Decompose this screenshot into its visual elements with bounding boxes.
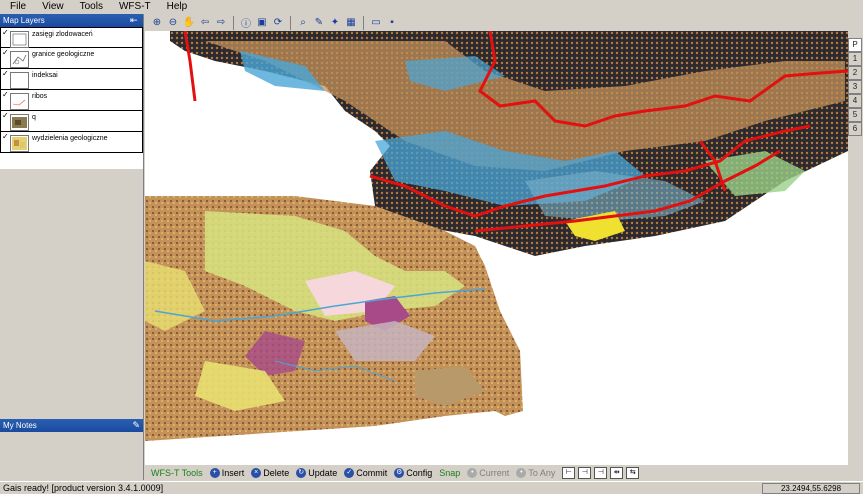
tab-3[interactable]: 3 — [848, 80, 862, 94]
menu-tools[interactable]: Tools — [72, 0, 111, 14]
my-notes-title: My Notes — [3, 421, 37, 430]
layer-thumbnail — [10, 31, 29, 48]
layer-thumbnail — [10, 135, 29, 152]
layer-row[interactable]: ✓ q — [0, 111, 143, 132]
snap-label: Snap — [439, 468, 461, 478]
notes-pin-icon[interactable]: ✎ — [132, 420, 140, 430]
layer-checkbox[interactable]: ✓ — [2, 70, 10, 78]
layer-name: q — [32, 114, 36, 121]
menu-help[interactable]: Help — [159, 0, 196, 14]
edit-pencil-icon[interactable]: ✎ — [312, 16, 326, 30]
snap-end-icon[interactable]: ⊣ — [594, 467, 608, 479]
wfs-t-toolbar: WFS-T Tools + Insert × Delete ↻ Update ✓… — [145, 465, 863, 481]
commit-button[interactable]: ✓ Commit — [344, 468, 387, 478]
wfs-tools-label: WFS-T Tools — [151, 468, 203, 478]
layer-checkbox[interactable]: ✓ — [2, 133, 10, 141]
layer-thumbnail — [10, 93, 29, 110]
back-arrow-icon[interactable]: ⇦ — [198, 16, 212, 30]
layer-tool-icon[interactable]: ⇤ — [130, 15, 140, 25]
left-panel: Map Layers ⇤ ✓ zasięgi zlodowaceń ✓ gran… — [0, 14, 144, 480]
to-any-icon: • — [516, 468, 527, 478]
layer-row[interactable]: ✓ indeksai — [0, 69, 143, 90]
layer-row[interactable]: ✓ granice geologiczne — [0, 48, 143, 69]
commit-label: Commit — [356, 468, 388, 478]
config-button[interactable]: ⚙ Config — [394, 468, 432, 478]
delete-button[interactable]: × Delete — [251, 468, 289, 478]
geological-map — [145, 31, 848, 441]
layer-list: ✓ zasięgi zlodowaceń ✓ granice geologicz… — [0, 27, 143, 169]
map-canvas[interactable] — [145, 31, 848, 465]
zoom-in-icon[interactable]: ⊕ — [150, 16, 164, 30]
tab-1[interactable]: 1 — [848, 52, 862, 66]
right-tab-strip: P 1 2 3 4 5 6 — [848, 38, 863, 136]
snap-vertex-icon[interactable]: ⊢ — [562, 467, 576, 479]
insert-label: Insert — [221, 468, 245, 478]
to-any-button[interactable]: • To Any — [516, 468, 555, 478]
insert-icon: + — [209, 468, 220, 478]
notes-area[interactable] — [0, 432, 143, 480]
map-layers-title-bar: Map Layers ⇤ — [0, 14, 143, 27]
menu-file[interactable]: File — [0, 0, 34, 14]
refresh-icon[interactable]: ⟳ — [271, 16, 285, 30]
coordinates-readout: 23.2494,55.6298 — [762, 483, 860, 494]
current-icon: • — [467, 468, 478, 478]
insert-button[interactable]: + Insert — [209, 468, 245, 478]
tab-2[interactable]: 2 — [848, 66, 862, 80]
menu-wfs-t[interactable]: WFS-T — [111, 0, 159, 14]
save-icon[interactable]: ▪ — [385, 16, 399, 30]
pan-hand-icon[interactable]: ✋ — [182, 16, 196, 30]
status-message: Gais ready! [product version 3.4.1.0009] — [3, 483, 164, 493]
delete-icon: × — [251, 468, 262, 478]
layer-row[interactable]: ✓ ribos — [0, 90, 143, 111]
snap-settings-icon[interactable]: ⇆ — [626, 467, 640, 479]
menu-bar: File View Tools WFS-T Help — [0, 0, 863, 14]
map-layers-title: Map Layers — [3, 16, 45, 25]
layer-checkbox[interactable]: ✓ — [2, 49, 10, 57]
update-label: Update — [308, 468, 338, 478]
update-button[interactable]: ↻ Update — [296, 468, 337, 478]
to-any-label: To Any — [528, 468, 556, 478]
zoom-out-icon[interactable]: ⊖ — [166, 16, 180, 30]
layer-checkbox[interactable]: ✓ — [2, 112, 10, 120]
snap-both-icon[interactable]: ⇹ — [610, 467, 624, 479]
commit-icon: ✓ — [344, 468, 355, 478]
tab-5[interactable]: 5 — [848, 108, 862, 122]
layer-name: granice geologiczne — [32, 51, 95, 58]
layer-name: wydzielenia geologiczne — [32, 135, 108, 142]
layer-checkbox[interactable]: ✓ — [2, 29, 10, 37]
toolbar-separator — [233, 15, 234, 30]
layer-thumbnail — [10, 51, 29, 68]
layer-thumbnail — [10, 114, 29, 131]
config-icon: ⚙ — [394, 468, 405, 478]
menu-view[interactable]: View — [34, 0, 72, 14]
layer-name: ribos — [32, 93, 48, 100]
tab-4[interactable]: 4 — [848, 94, 862, 108]
update-icon: ↻ — [296, 468, 307, 478]
open-folder-icon[interactable]: ▭ — [369, 16, 383, 30]
tab-6[interactable]: 6 — [848, 122, 862, 136]
layer-thumbnail — [10, 72, 29, 89]
tab-p[interactable]: P — [848, 38, 862, 52]
forward-arrow-icon[interactable]: ⇨ — [214, 16, 228, 30]
layer-row[interactable]: ✓ wydzielenia geologiczne — [0, 132, 143, 153]
layer-row[interactable]: ✓ zasięgi zlodowaceń — [0, 27, 143, 48]
delete-label: Delete — [263, 468, 290, 478]
toolbar-separator — [363, 15, 364, 30]
full-extent-icon[interactable]: ▣ — [255, 16, 269, 30]
layer-checkbox[interactable]: ✓ — [2, 91, 10, 99]
layer-name: indeksai — [32, 72, 58, 79]
my-notes-title-bar: My Notes ✎ — [0, 419, 143, 432]
info-icon[interactable]: ⓘ — [239, 16, 253, 30]
snap-edge-icon[interactable]: ⊣ — [578, 467, 592, 479]
config-label: Config — [406, 468, 433, 478]
toolbar-separator — [290, 15, 291, 30]
layer-name: zasięgi zlodowaceń — [32, 31, 93, 38]
current-label: Current — [479, 468, 510, 478]
status-bar: Gais ready! [product version 3.4.1.0009]… — [0, 481, 863, 494]
legend-icon[interactable]: ▦ — [344, 16, 358, 30]
highlight-icon[interactable]: ✦ — [328, 16, 342, 30]
identify-icon[interactable]: ⌕ — [296, 16, 310, 30]
map-toolbar: ⊕ ⊖ ✋ ⇦ ⇨ ⓘ ▣ ⟳ ⌕ ✎ ✦ ▦ ▭ ▪ — [145, 14, 863, 31]
current-button[interactable]: • Current — [467, 468, 509, 478]
